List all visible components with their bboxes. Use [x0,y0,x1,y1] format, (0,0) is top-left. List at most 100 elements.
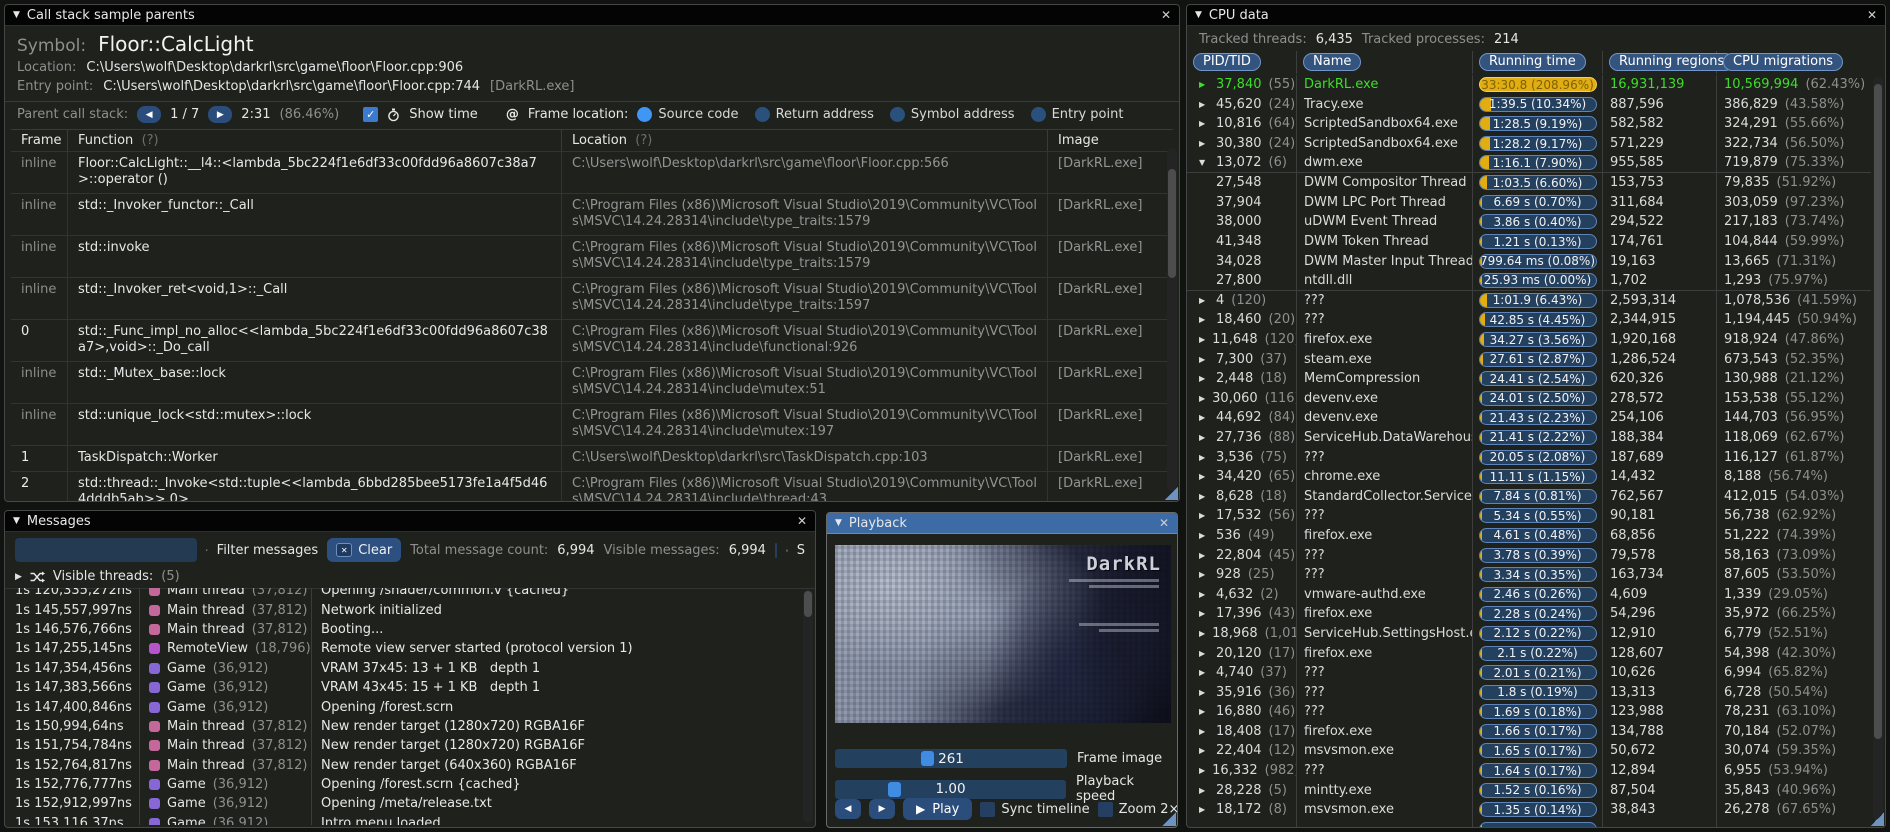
zoom-2x-checkbox[interactable] [1097,801,1113,817]
column-function[interactable]: Function (?) [68,130,562,151]
collapse-icon[interactable]: ▼ [13,516,20,526]
column-header-pill[interactable]: PID/TID [1193,53,1261,71]
callstack-frame-row[interactable]: inline Floor::CalcLight::__l4::<lambda_5… [11,151,1173,193]
cpu-process-row[interactable]: ▶ 18,968 (1,018) ServiceHub.SettingsHost… [1187,623,1871,644]
cpu-scrollbar[interactable] [1873,77,1883,821]
callstack-frame-row[interactable]: 0 std::_Func_impl_no_alloc<<lambda_5bc22… [11,319,1173,361]
expand-icon[interactable]: ▶ [1199,551,1209,560]
callstack-frame-row[interactable]: inline std::_Invoker_functor::_Call C:\P… [11,193,1173,235]
cpu-process-row[interactable]: 41,348 DWM Token Thread 1.21 s (0.13%) 1… [1187,231,1871,252]
cpu-process-row[interactable]: ▶ 536 (49) firefox.exe 4.61 s (0.48%) 68… [1187,525,1871,546]
column-image[interactable]: Image [1048,130,1173,151]
expand-icon[interactable]: ▶ [1199,453,1209,462]
expand-icon[interactable]: ▶ [1199,374,1209,383]
show-images-checkbox[interactable] [774,542,777,558]
column-frame[interactable]: Frame [11,130,68,151]
column-header-pill[interactable]: CPU migrations [1723,53,1844,71]
expand-icon[interactable]: ▶ [1199,472,1209,481]
close-icon[interactable]: ✕ [1159,516,1169,530]
resize-grip[interactable] [1161,811,1176,826]
expand-icon[interactable]: ▶ [1199,688,1209,697]
column-header-pill[interactable]: Running time [1479,53,1586,71]
message-row[interactable]: 1s 146,576,766ns Main thread (37,812) Bo… [15,619,801,640]
cpu-process-row[interactable]: ▶ 2,448 (18) MemCompression 24.41 s (2.5… [1187,368,1871,389]
expand-icon[interactable]: ▶ [1199,570,1209,579]
message-row[interactable]: 1s 151,754,784ns Main thread (37,812) Ne… [15,736,801,756]
clear-button[interactable]: ✕ Clear [327,538,402,562]
frame-location-radio[interactable]: Entry point [1030,107,1123,122]
callstack-frame-row[interactable]: 1 TaskDispatch::Worker C:\Users\wolf\Des… [11,445,1173,471]
callstack-scrollbar[interactable] [1167,148,1177,491]
expand-icon[interactable]: ▶ [1199,492,1209,501]
messages-scrollbar[interactable] [803,589,813,823]
expand-icon[interactable]: ▶ [1199,315,1209,324]
expand-icon[interactable]: ▶ [1199,119,1209,128]
cpu-process-row[interactable]: ▶ 7,300 (37) steam.exe 27.61 s (2.87%) 1… [1187,349,1871,369]
frame-location-radio[interactable]: Return address [754,107,874,122]
cpu-process-row[interactable]: ▶ 35,916 (36) ??? 1.8 s (0.19%) 13,313 6… [1187,682,1871,702]
message-row[interactable]: 1s 152,764,817ns Main thread (37,812) Ne… [15,755,801,775]
cpu-process-row[interactable]: ▶ 17,532 (56) ??? 5.34 s (0.55%) 90,181 … [1187,506,1871,526]
close-icon[interactable]: ✕ [797,514,807,528]
collapse-icon[interactable]: ▼ [835,518,842,528]
expand-icon[interactable]: ▶ [1199,766,1205,775]
cpu-process-row[interactable]: ▶ 4,632 (2) vmware-authd.exe 2.46 s (0.2… [1187,584,1871,605]
frame-location-radio[interactable]: Source code [637,107,739,122]
cpu-process-row[interactable]: 27,548 DWM Compositor Thread 1:03.5 (6.6… [1187,172,1871,193]
expand-icon[interactable]: ▶ [1199,296,1209,305]
expand-icon[interactable]: ▶ [1199,629,1205,638]
playback-speed-slider[interactable]: 1.00 [835,779,1067,799]
collapse-icon[interactable]: ▼ [13,10,20,20]
expand-icon[interactable]: ▶ [1199,727,1209,736]
cpu-process-row[interactable]: ▶ 16,880 (46) ??? 1.69 s (0.18%) 123,988… [1187,702,1871,722]
frame-location-radio[interactable]: Symbol address [889,107,1015,122]
message-row[interactable]: 1s 147,400,846ns Game (36,912) Opening /… [15,697,801,717]
expand-icon[interactable]: ▶ [15,572,22,582]
message-row[interactable]: 1s 150,994,64ns Main thread (37,812) New… [15,716,801,737]
message-row[interactable]: 1s 152,776,777ns Game (36,912) Opening /… [15,774,801,795]
callstack-frame-row[interactable]: 2 std::thread::_Invoke<std::tuple<<lambd… [11,471,1173,501]
message-row[interactable]: 1s 152,912,997ns Game (36,912) Opening /… [15,794,801,814]
message-row[interactable]: 1s 145,557,997ns Main thread (37,812) Ne… [15,600,801,620]
message-row[interactable]: 1s 153,116,37ns Game (36,912) Intro menu… [15,813,801,825]
cpu-process-row[interactable]: ▶ 45,620 (24) Tracy.exe 1:39.5 (10.34%) … [1187,94,1871,115]
message-row[interactable]: 1s 120,335,272ns Main thread (37,812) Op… [15,588,801,601]
expand-icon[interactable]: ▶ [1199,805,1209,814]
play-button[interactable]: ▶ Play [903,798,973,820]
cpu-process-row[interactable]: ▶ 22,404 (12) msvsmon.exe 1.65 s (0.17%)… [1187,741,1871,761]
expand-icon[interactable]: ▶ [1199,531,1209,540]
show-time-checkbox[interactable]: ✓ [363,107,379,122]
expand-icon[interactable]: ▶ [1199,707,1209,716]
cpu-process-row[interactable]: ▶ 30,060 (116) devenv.exe 24.01 s (2.50%… [1187,388,1871,409]
expand-icon[interactable]: ▶ [1199,433,1209,442]
message-row[interactable]: 1s 147,354,456ns Game (36,912) VRAM 37x4… [15,658,801,678]
close-icon[interactable]: ✕ [1867,8,1877,22]
message-row[interactable]: 1s 147,255,145ns RemoteView (18,796) Rem… [15,639,801,659]
resize-grip[interactable] [1869,811,1884,826]
prev-frame-button[interactable]: ◀ [835,799,861,819]
callstack-frame-row[interactable]: inline std::_Mutex_base::lock C:\Program… [11,361,1173,403]
expand-icon[interactable]: ▶ [1199,394,1205,403]
cpu-process-row[interactable]: ▶ 28,228 (5) mintty.exe 1.52 s (0.16%) 8… [1187,780,1871,800]
cpu-process-row[interactable]: 37,904 DWM LPC Port Thread 6.69 s (0.70%… [1187,192,1871,213]
next-callstack-button[interactable]: ▶ [208,106,233,123]
slider-grab[interactable] [920,751,934,766]
cpu-scrollbar-thumb[interactable] [1874,84,1882,740]
message-filter-input[interactable] [15,538,197,562]
cpu-process-row[interactable]: ▶ 18,408 (17) firefox.exe 1.66 s (0.17%)… [1187,721,1871,742]
cpu-process-row[interactable]: ▶ 4 (120) ??? 1:01.9 (6.43%) 2,593,314 1… [1187,290,1871,311]
expand-icon[interactable]: ▶ [1199,355,1209,364]
expand-icon[interactable]: ▶ [1199,413,1209,422]
cpu-process-row[interactable]: ▶ 34,420 (65) chrome.exe 11.11 s (1.15%)… [1187,466,1871,487]
callstack-frame-row[interactable]: inline std::unique_lock<std::mutex>::loc… [11,403,1173,445]
cpu-process-row[interactable]: ▶ 37,840 (55) DarkRL.exe 33:30.8 (208.96… [1187,75,1871,95]
slider-grab[interactable] [888,781,902,797]
cpu-process-row[interactable] [1187,819,1871,827]
callstack-frame-row[interactable]: inline std::_Invoker_ret<void,1>::_Call … [11,277,1173,319]
expand-icon[interactable]: ▶ [1199,668,1209,677]
next-frame-button[interactable]: ▶ [869,799,895,819]
close-icon[interactable]: ✕ [1161,8,1171,22]
cpu-process-row[interactable]: ▶ 18,172 (8) msvsmon.exe 1.35 s (0.14%) … [1187,799,1871,820]
callstack-frame-row[interactable]: inline std::invoke C:\Program Files (x86… [11,235,1173,277]
expand-icon[interactable]: ▼ [1199,158,1209,167]
